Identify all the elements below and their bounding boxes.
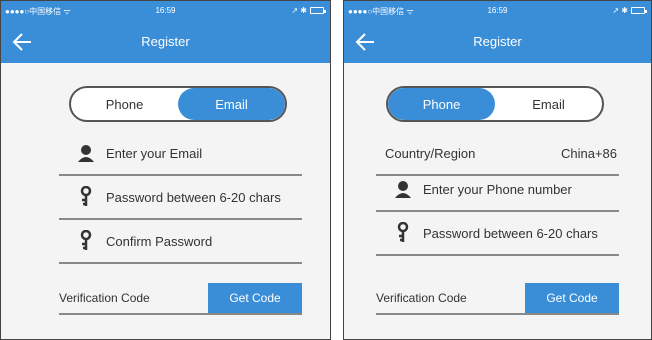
phone-email-toggle[interactable]: Phone Email: [69, 86, 287, 122]
verification-code-row: Verification Code Get Code: [376, 283, 619, 315]
tab-phone[interactable]: Phone: [71, 88, 178, 120]
user-icon: [394, 178, 412, 200]
user-icon: [77, 142, 95, 164]
password-field[interactable]: Password between 6-20 chars: [59, 176, 302, 220]
phone-email-toggle[interactable]: Phone Email: [386, 86, 604, 122]
password-placeholder: Password between 6-20 chars: [423, 226, 598, 241]
tab-email[interactable]: Email: [178, 88, 285, 120]
battery-icon: [631, 7, 647, 14]
key-icon: [394, 221, 412, 244]
verification-code-row: Verification Code Get Code: [59, 283, 302, 315]
confirm-placeholder: Confirm Password: [106, 234, 213, 249]
password-field[interactable]: Password between 6-20 chars: [376, 212, 619, 256]
get-code-button[interactable]: Get Code: [208, 283, 302, 313]
key-icon: [77, 185, 95, 208]
email-placeholder: Enter your Email: [106, 146, 203, 161]
email-register-screen: ●●●●○中国移信 ᯤ 16:59 ↗ ✱ Register Phone Ema…: [0, 0, 331, 340]
password-placeholder: Password between 6-20 chars: [106, 190, 281, 205]
nav-bar: Register: [1, 21, 330, 63]
status-time: 16:59: [487, 6, 508, 15]
phone-placeholder: Enter your Phone number: [423, 182, 572, 197]
status-indicators: ↗ ✱: [612, 6, 647, 15]
email-field[interactable]: Enter your Email: [59, 132, 302, 176]
status-time: 16:59: [155, 6, 176, 15]
tab-phone[interactable]: Phone: [388, 88, 495, 120]
tab-email[interactable]: Email: [495, 88, 602, 120]
confirm-password-field[interactable]: Confirm Password: [59, 220, 302, 264]
key-icon: [77, 229, 95, 252]
verification-code-input[interactable]: Verification Code: [59, 291, 150, 305]
status-icons: ↗ ✱: [612, 6, 628, 15]
page-title: Register: [473, 34, 522, 49]
status-indicators: ↗ ✱: [291, 6, 326, 15]
phone-number-field[interactable]: Enter your Phone number: [376, 168, 619, 212]
verification-code-input[interactable]: Verification Code: [376, 291, 467, 305]
status-bar: ●●●●○中国移信 ᯤ 16:59 ↗ ✱: [1, 1, 330, 21]
nav-bar: Register: [344, 21, 651, 63]
country-value: China+86: [560, 146, 617, 161]
status-icons: ↗ ✱: [291, 6, 307, 15]
battery-icon: [310, 7, 326, 14]
get-code-button[interactable]: Get Code: [525, 283, 619, 313]
page-title: Register: [141, 34, 190, 49]
country-label: Country/Region: [385, 146, 476, 161]
status-bar: ●●●●○中国移信 ᯤ 16:59 ↗ ✱: [344, 1, 651, 21]
phone-register-screen: ●●●●○中国移信 ᯤ 16:59 ↗ ✱ Register Phone Ema…: [343, 0, 652, 340]
